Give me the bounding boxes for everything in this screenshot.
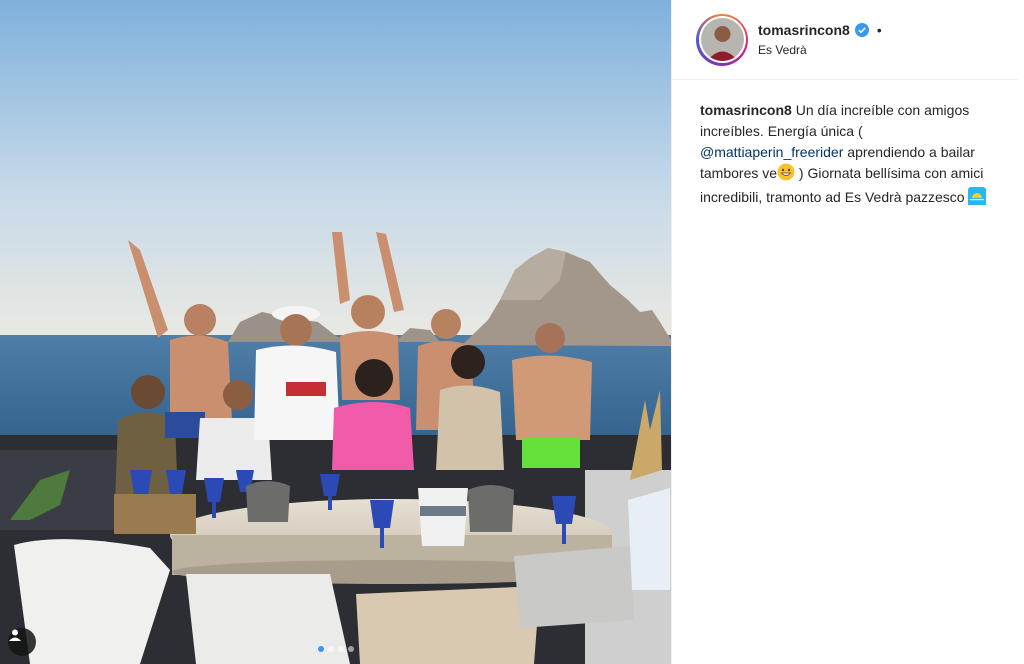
post-photo[interactable]	[0, 0, 671, 664]
post-header: tomasrincon8 • Es Vedrà	[672, 0, 1018, 80]
grinning-face-emoji-icon	[777, 163, 795, 187]
sunset-emoji-icon	[968, 187, 987, 211]
avatar[interactable]	[696, 13, 748, 66]
carousel-dot	[327, 646, 334, 652]
post-caption: tomasrincon8 Un día increíble con amigos…	[672, 80, 1024, 211]
carousel-dot	[347, 646, 354, 652]
carousel-indicator	[0, 646, 671, 652]
location-link[interactable]: Es Vedrà	[758, 43, 882, 57]
carousel-dot	[337, 646, 344, 652]
instagram-post-modal: tomasrincon8 • Es Vedrà tomasrincon8 Un …	[0, 0, 1024, 664]
carousel-dot	[317, 646, 324, 652]
boat-party-photo	[0, 0, 671, 664]
username-link[interactable]: tomasrincon8	[758, 22, 850, 38]
profile-photo	[700, 18, 744, 61]
header-separator: •	[876, 22, 882, 38]
verified-badge-icon	[854, 23, 869, 37]
post-side-panel: tomasrincon8 • Es Vedrà tomasrincon8 Un …	[671, 0, 1024, 664]
caption-username-link[interactable]: tomasrincon8	[700, 102, 792, 118]
mention-link[interactable]: @mattiaperin_freerider	[700, 144, 843, 160]
